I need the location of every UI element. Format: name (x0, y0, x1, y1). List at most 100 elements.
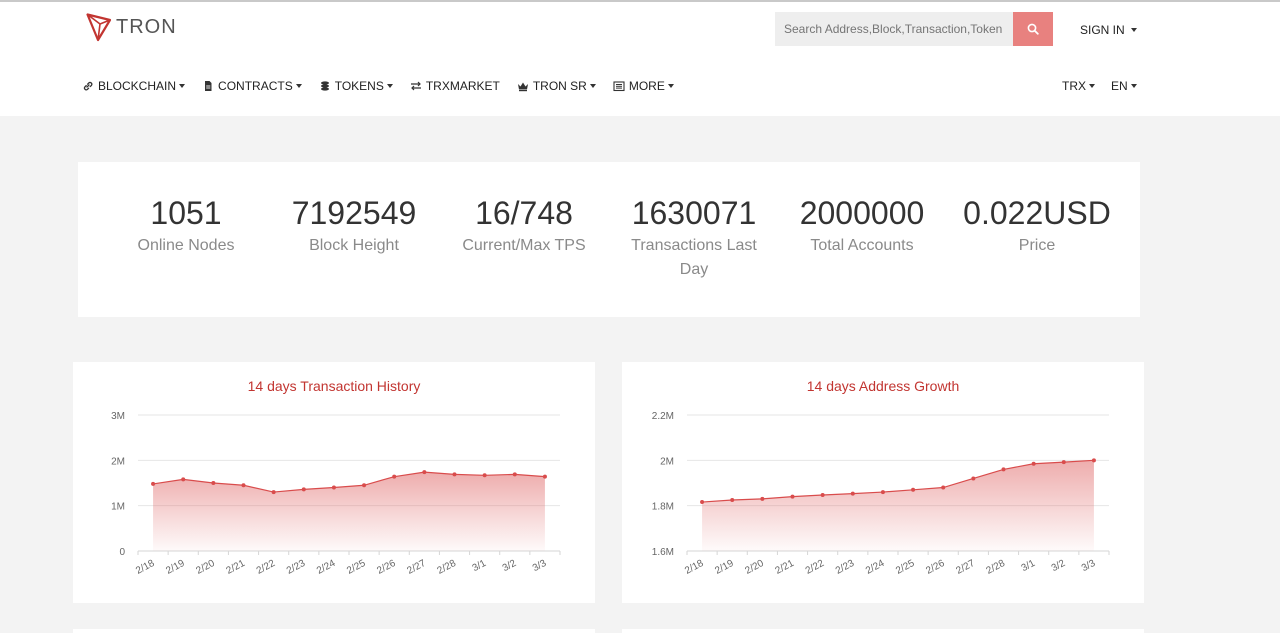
main-nav: BLOCKCHAIN CONTRACTS TOKENS TRXMARKET TR… (82, 78, 691, 94)
stat-label: Total Accounts (810, 237, 914, 254)
nav-label: TRXMARKET (425, 79, 500, 93)
search-bar (775, 12, 1053, 46)
x-tick-label: 3/1 (471, 558, 489, 574)
x-tick-label: 2/25 (894, 558, 917, 577)
data-point (422, 470, 427, 475)
stat-label: Current/Max TPS (462, 237, 586, 254)
data-point (880, 490, 885, 495)
data-point (971, 476, 976, 481)
nav-tron-sr[interactable]: TRON SR (517, 78, 596, 94)
nav-more[interactable]: MORE (613, 78, 674, 94)
data-point (151, 481, 156, 486)
document-icon (202, 80, 214, 92)
y-tick-label: 0 (119, 547, 125, 558)
stat-value: 2000000 (799, 195, 925, 231)
nav-label: TRON SR (532, 79, 587, 93)
chevron-down-icon (1130, 84, 1137, 88)
data-point (1091, 458, 1096, 463)
chevron-down-icon (179, 84, 186, 88)
transaction-history-chart: 0 1M 2M 3M 2/18 2/19 2/20 2/21 2/22 2/23 2/24 2/25 2… (111, 411, 561, 577)
nav-label: TOKENS (334, 79, 384, 93)
x-tick-label: 2/27 (954, 558, 977, 577)
tron-logo[interactable]: TRON (86, 12, 177, 42)
data-point (700, 500, 705, 505)
x-tick-label: 2/26 (375, 558, 398, 577)
next-card-top (622, 629, 1144, 633)
nav-trxmarket[interactable]: TRXMARKET (410, 78, 500, 94)
transaction-history-card: 14 days Transaction History 0 1M 2M 3M 2/18 2… (73, 362, 595, 603)
y-tick-label: 2.2M (652, 411, 674, 422)
x-tick-label: 2/25 (345, 558, 368, 577)
link-icon (82, 80, 94, 92)
stat-transactions-last-day: 1630071 Transactions Last Day (616, 194, 772, 282)
site-header: TRON SIGN IN BLOCKCHAIN CONTRACTS (0, 2, 1280, 116)
x-tick-label: 2/18 (134, 558, 157, 577)
data-point (941, 485, 946, 490)
x-tick-label: 2/23 (285, 558, 308, 577)
search-button[interactable] (1013, 12, 1053, 46)
coins-icon (319, 80, 331, 92)
stat-label: Transactions Last Day (631, 237, 757, 278)
tron-triangle-icon (86, 13, 112, 42)
nav-blockchain[interactable]: BLOCKCHAIN (82, 78, 186, 94)
chevron-down-icon (1130, 28, 1137, 32)
chevron-down-icon (386, 84, 393, 88)
currency-selector[interactable]: TRX (1062, 78, 1095, 94)
sign-in-label: SIGN IN (1080, 23, 1125, 37)
nav-label: CONTRACTS (218, 79, 293, 93)
x-tick-label: 2/26 (924, 558, 947, 577)
x-tick-label: 2/24 (864, 558, 887, 577)
address-growth-card: 14 days Address Growth 1.6M 1.8M 2M 2.2M 2/1… (622, 362, 1144, 603)
list-icon (613, 80, 625, 92)
data-point (542, 474, 547, 479)
data-point (181, 477, 186, 482)
x-tick-label: 2/21 (225, 558, 248, 577)
data-point (850, 491, 855, 496)
brand-name: TRON (116, 15, 177, 38)
data-point (1001, 467, 1006, 472)
language-selector[interactable]: EN (1111, 78, 1137, 94)
data-point (1031, 461, 1036, 466)
chevron-down-icon (589, 84, 596, 88)
nav-label: MORE (628, 79, 665, 93)
y-tick-label: 1.6M (652, 547, 674, 558)
y-tick-label: 2M (111, 456, 125, 467)
data-point (331, 485, 336, 490)
x-tick-label: 3/2 (501, 558, 519, 574)
y-tick-label: 2M (660, 456, 674, 467)
search-input[interactable] (775, 12, 1013, 46)
x-tick-label: 2/28 (436, 558, 459, 577)
x-tick-label: 2/19 (713, 558, 736, 577)
exchange-icon (410, 80, 422, 92)
stat-price: 0.022USD Price (952, 194, 1122, 258)
y-tick-label: 3M (111, 411, 125, 422)
x-tick-label: 2/27 (405, 558, 428, 577)
stat-label: Block Height (309, 237, 399, 254)
x-tick-label: 3/2 (1050, 558, 1068, 574)
data-point (271, 490, 276, 495)
nav-tokens[interactable]: TOKENS (319, 78, 393, 94)
data-point (241, 483, 246, 488)
data-point (452, 472, 457, 477)
data-point (730, 498, 735, 502)
sign-in-button[interactable]: SIGN IN (1080, 23, 1137, 37)
stats-panel: 1051 Online Nodes 7192549 Block Height 1… (78, 162, 1140, 317)
x-tick-label: 3/1 (1020, 558, 1038, 574)
stat-value: 1630071 (631, 195, 757, 231)
x-tick-label: 2/22 (804, 558, 827, 577)
data-point (482, 473, 487, 478)
x-tick-label: 3/3 (531, 558, 549, 574)
data-point (362, 483, 367, 488)
data-point (301, 487, 306, 492)
nav-contracts[interactable]: CONTRACTS (202, 78, 302, 94)
data-point (512, 472, 517, 477)
x-tick-label: 2/28 (985, 558, 1008, 577)
x-tick-label: 2/22 (255, 558, 278, 577)
search-icon (1027, 23, 1039, 35)
crown-icon (517, 80, 529, 92)
currency-label: TRX (1062, 79, 1086, 93)
x-tick-label: 2/21 (774, 558, 797, 577)
stat-tps: 16/748 Current/Max TPS (449, 194, 599, 258)
stat-block-height: 7192549 Block Height (279, 194, 429, 258)
data-point (911, 487, 916, 492)
